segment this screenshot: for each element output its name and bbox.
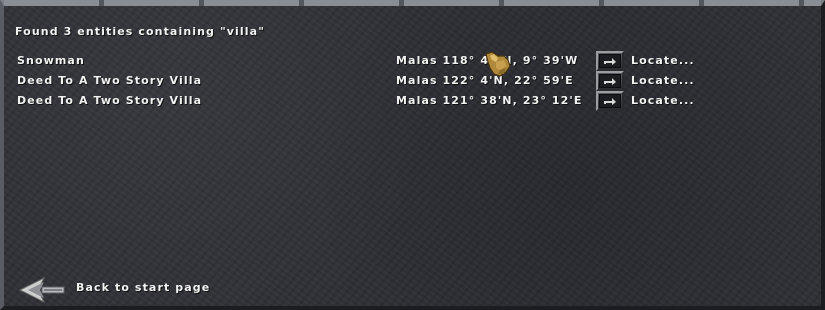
gump-top-border	[4, 0, 821, 6]
result-name: Snowman	[17, 54, 85, 67]
search-results-gump: Found 3 entities containing "villa" Snow…	[0, 0, 825, 310]
arrow-right-icon	[599, 74, 621, 88]
locate-button[interactable]	[596, 71, 624, 91]
result-location: Malas 121° 38'N, 23° 12'E	[396, 94, 583, 107]
locate-button[interactable]	[596, 51, 624, 71]
locate-label[interactable]: Locate...	[631, 94, 695, 107]
result-name: Deed To A Two Story Villa	[17, 74, 203, 87]
locate-label[interactable]: Locate...	[631, 54, 695, 67]
locate-label[interactable]: Locate...	[631, 74, 695, 87]
gauntlet-cursor-icon	[482, 50, 514, 80]
result-name: Deed To A Two Story Villa	[17, 94, 203, 107]
back-label[interactable]: Back to start page	[76, 281, 210, 294]
arrow-right-icon	[599, 94, 621, 108]
results-title: Found 3 entities containing "villa"	[15, 25, 266, 38]
locate-button[interactable]	[596, 91, 624, 111]
back-button[interactable]	[18, 276, 68, 304]
back-arrow-icon	[18, 276, 65, 304]
arrow-right-icon	[599, 54, 621, 68]
